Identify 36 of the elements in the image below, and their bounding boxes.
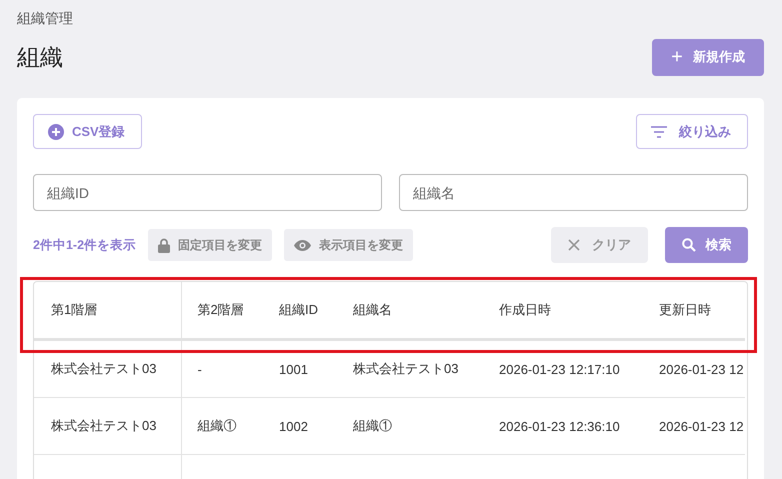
search-icon <box>682 238 696 252</box>
result-count: 2件中1-2件を表示 <box>33 236 136 254</box>
column-header: 組織ID <box>263 282 337 340</box>
table-cell: 株式会社テスト03 <box>34 398 181 454</box>
table-cell: 組織① <box>181 398 263 454</box>
table-cell: 1002 <box>263 398 337 454</box>
table-cell: 組織① <box>337 398 483 454</box>
search-button[interactable]: 検索 <box>665 227 748 263</box>
table-cell: - <box>181 340 263 398</box>
table-cell: 1001 <box>263 340 337 398</box>
plus-circle-icon <box>48 124 64 140</box>
search-field[interactable]: 組織名 <box>399 174 748 211</box>
create-button[interactable]: + 新規作成 <box>652 38 764 76</box>
breadcrumb: 組織管理 <box>17 10 73 28</box>
table-cell: 2026-01-23 12:36:10 <box>483 398 643 454</box>
lock-icon <box>158 238 170 252</box>
table-cell: 株式会社テスト03 <box>337 340 483 398</box>
table-cell: 2026-01-23 12:17:10 <box>483 340 643 398</box>
column-header: 組織名 <box>337 282 483 340</box>
column-header: 第1階層 <box>34 282 181 340</box>
search-field[interactable]: 組織ID <box>33 174 382 211</box>
filter-icon <box>651 126 667 138</box>
table-cell: 株式会社テスト03 <box>34 340 181 398</box>
clear-button[interactable]: クリア <box>551 227 648 263</box>
visible-columns-button[interactable]: 表示項目を変更 <box>284 229 414 261</box>
close-icon <box>568 239 580 251</box>
eye-icon <box>294 240 312 250</box>
column-header: 作成日時 <box>483 282 643 340</box>
table-cell: 2026-01-23 12 <box>643 398 745 454</box>
table-cell: 2026-01-23 12 <box>643 340 745 398</box>
column-header: 更新日時 <box>643 282 745 340</box>
csv-button[interactable]: CSV登録 <box>33 114 142 149</box>
page-title: 組織 <box>17 42 63 72</box>
fixed-columns-button[interactable]: 固定項目を変更 <box>148 229 272 261</box>
filter-button[interactable]: 絞り込み <box>636 114 748 149</box>
column-header: 第2階層 <box>181 282 263 340</box>
